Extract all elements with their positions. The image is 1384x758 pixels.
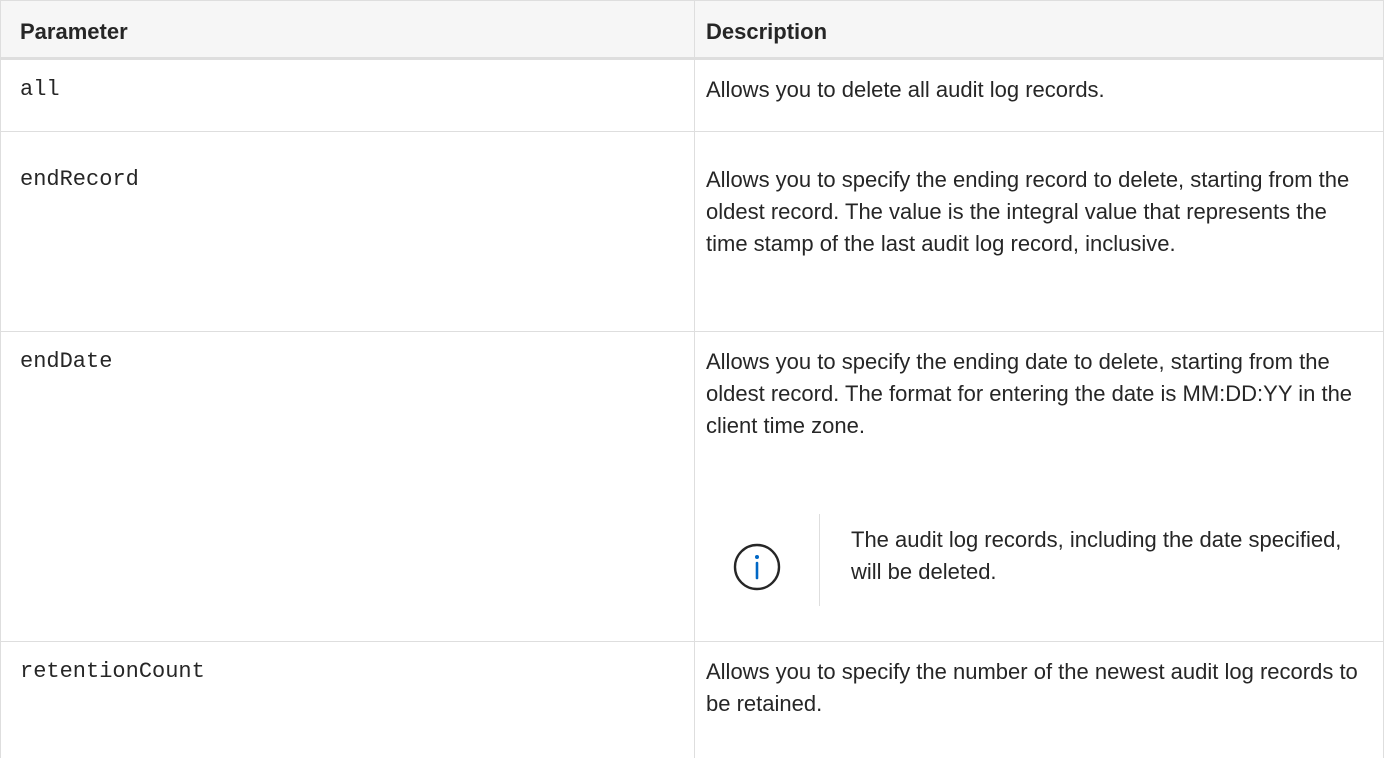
param-all: all — [20, 77, 60, 102]
note-divider — [819, 514, 820, 606]
description-all: Allows you to delete all audit log recor… — [706, 77, 1105, 102]
param-retentionCount: retentionCount — [20, 659, 205, 684]
description-endDate: Allows you to specify the ending date to… — [706, 349, 1353, 438]
description-retentionCount: Allows you to specify the number of the … — [706, 659, 1358, 716]
row-divider — [0, 331, 1384, 332]
column-divider — [694, 0, 695, 758]
param-endRecord: endRecord — [20, 167, 139, 192]
row-divider — [0, 641, 1384, 642]
parameter-table: Parameter Description all Allows you to … — [0, 0, 1384, 758]
note-callout: The audit log records, including the dat… — [706, 514, 1366, 606]
note-text: The audit log records, including the dat… — [851, 527, 1342, 584]
table-border-left — [0, 0, 1, 758]
column-header-description: Description — [706, 19, 828, 44]
column-header-parameter: Parameter — [20, 19, 128, 44]
row-divider — [0, 131, 1384, 132]
description-endRecord: Allows you to specify the ending record … — [706, 167, 1350, 256]
info-icon — [730, 540, 784, 594]
param-endDate: endDate — [20, 349, 113, 374]
table-header-row: Parameter Description — [0, 0, 1384, 60]
